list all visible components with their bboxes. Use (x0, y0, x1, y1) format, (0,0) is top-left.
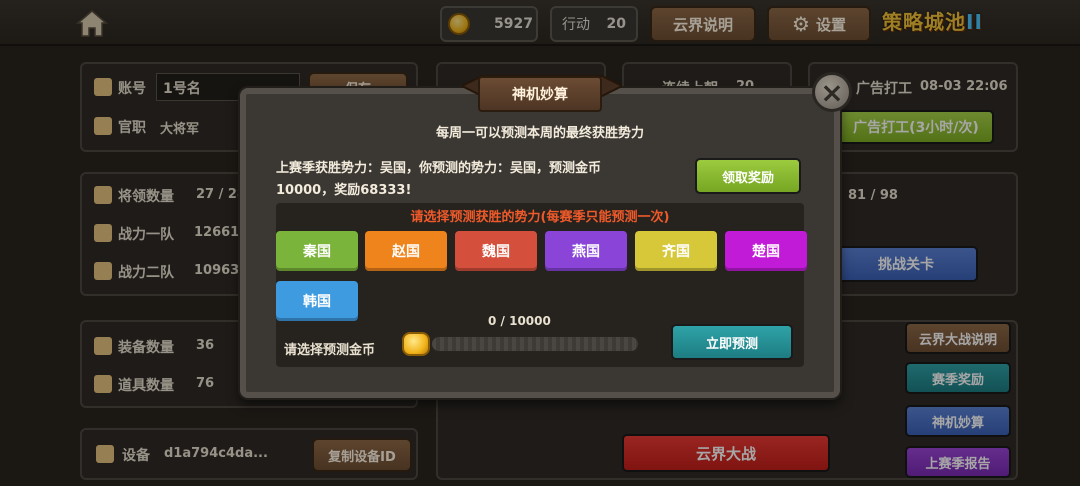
nation-button[interactable]: 韩国 (276, 281, 358, 321)
coin-slider-track[interactable] (430, 335, 640, 353)
result-line-1: 上赛季获胜势力：吴国，你预测的势力：吴国，预测金币 (276, 161, 602, 176)
nation-button[interactable]: 齐国 (635, 231, 717, 271)
slider-value: 0 / 10000 (488, 314, 551, 328)
nation-button[interactable]: 秦国 (276, 231, 358, 271)
nation-button[interactable]: 燕国 (545, 231, 627, 271)
modal-subtitle: 每周一可以预测本周的最终获胜势力 (435, 126, 644, 141)
claim-reward-button[interactable]: 领取奖励 (695, 158, 801, 194)
predict-now-button[interactable]: 立即预测 (671, 324, 793, 360)
nation-button[interactable]: 魏国 (455, 231, 537, 271)
last-season-result: 上赛季获胜势力：吴国，你预测的势力：吴国，预测金币 10000，奖励68333! (276, 158, 686, 202)
select-prompt: 请选择预测获胜的势力(每赛季只能预测一次) (410, 210, 670, 225)
close-icon[interactable]: × (812, 72, 852, 112)
slider-handle[interactable] (402, 332, 430, 356)
nation-button[interactable]: 楚国 (725, 231, 807, 271)
slider-label: 请选择预测金币 (284, 343, 376, 358)
nation-button[interactable]: 赵国 (365, 231, 447, 271)
result-line-2: 10000，奖励68333! (276, 183, 412, 198)
modal-title: 神机妙算 (478, 76, 602, 112)
